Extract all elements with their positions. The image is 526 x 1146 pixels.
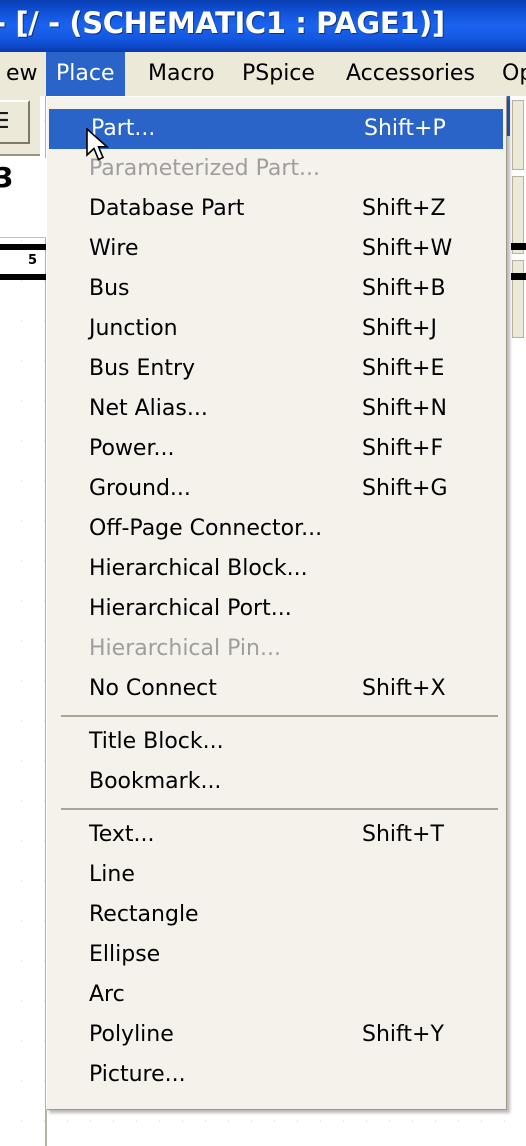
- menu-item-hierarchical-block[interactable]: Hierarchical Block...: [47, 549, 506, 589]
- menu-item-label: Bookmark...: [89, 769, 222, 794]
- menu-item-label: Ellipse: [89, 942, 161, 967]
- menu-item-label: Wire: [89, 236, 139, 261]
- menubar-item-place[interactable]: Place: [46, 52, 125, 96]
- menu-item-title-block[interactable]: Title Block...: [47, 722, 506, 762]
- menu-item-text[interactable]: Text... Shift+T: [47, 815, 506, 855]
- menu-item-junction[interactable]: Junction Shift+J: [47, 309, 506, 349]
- menu-item-shortcut: Shift+T: [362, 822, 444, 847]
- menu-item-shortcut: Shift+B: [362, 276, 446, 301]
- menu-item-database-part[interactable]: Database Part Shift+Z: [47, 189, 506, 229]
- menu-item-label: Polyline: [89, 1022, 174, 1047]
- menu-item-label: Title Block...: [89, 729, 224, 754]
- menubar-item-op[interactable]: Op: [492, 52, 526, 96]
- menu-item-wire[interactable]: Wire Shift+W: [47, 229, 506, 269]
- ruler-tick-label: 5: [28, 253, 38, 268]
- menu-item-shortcut: Shift+Y: [362, 1022, 444, 1047]
- menu-item-label: Bus Entry: [89, 356, 196, 381]
- menu-item-label: Ground...: [89, 476, 191, 501]
- menu-item-shortcut: Shift+E: [362, 356, 445, 381]
- menu-item-shortcut: Shift+J: [362, 316, 437, 341]
- menubar-item-macro[interactable]: Macro: [138, 52, 225, 96]
- menu-item-label: Parameterized Part...: [89, 156, 321, 181]
- right-scroll-segment-3[interactable]: [512, 260, 524, 338]
- menu-item-ellipse[interactable]: Ellipse: [47, 935, 506, 975]
- menu-item-line[interactable]: Line: [47, 855, 506, 895]
- menu-item-hierarchical-pin: Hierarchical Pin...: [47, 629, 506, 669]
- page-indicator-strip: 3: [0, 158, 46, 238]
- ruler-bar-bottom: [0, 274, 46, 280]
- right-marker-1: [511, 243, 526, 250]
- page-number-label: 3: [0, 161, 14, 194]
- menu-item-shortcut: Shift+N: [362, 396, 447, 421]
- menu-item-label: Net Alias...: [89, 396, 208, 421]
- menu-bar: ewPlace MacroPSpiceAccessoriesOp: [0, 52, 526, 97]
- menubar-item-pspice[interactable]: PSpice: [232, 52, 325, 96]
- menu-item-label: Rectangle: [89, 902, 199, 927]
- ruler-bar-top: [0, 244, 46, 250]
- menu-separator: [47, 802, 506, 815]
- place-dropdown-menu: Part... Shift+P Parameterized Part... Datab…: [46, 96, 507, 1110]
- menu-item-label: Power...: [89, 436, 175, 461]
- menu-item-label: Database Part: [89, 196, 245, 221]
- menu-item-label: Hierarchical Pin...: [89, 636, 281, 661]
- menu-item-shortcut: Shift+Z: [362, 196, 446, 221]
- menu-item-hierarchical-port[interactable]: Hierarchical Port...: [47, 589, 506, 629]
- menu-item-arc[interactable]: Arc: [47, 975, 506, 1015]
- menu-item-label: Hierarchical Block...: [89, 556, 308, 581]
- menu-item-label: Text...: [89, 822, 155, 847]
- menu-item-shortcut: Shift+F: [362, 436, 444, 461]
- menu-item-label: Line: [89, 862, 135, 887]
- application-window: - [/ - (SCHEMATIC1 : PAGE1)] ew Place Macr…: [0, 0, 526, 1146]
- right-marker-2: [511, 273, 526, 280]
- menu-item-shortcut: Shift+X: [362, 676, 446, 701]
- menubar-item-ew[interactable]: ew: [0, 52, 48, 96]
- menu-item-label: Junction: [89, 316, 178, 341]
- menu-item-label: Picture...: [89, 1062, 186, 1087]
- menu-item-part[interactable]: Part... Shift+P: [49, 109, 503, 149]
- menu-item-label: Bus: [89, 276, 130, 301]
- menu-item-label: Arc: [89, 982, 125, 1007]
- menu-item-bookmark[interactable]: Bookmark...: [47, 762, 506, 802]
- menu-item-shortcut: Shift+W: [362, 236, 453, 261]
- menu-item-power[interactable]: Power... Shift+F: [47, 429, 506, 469]
- right-scroll-segment-1[interactable]: [512, 100, 524, 170]
- menu-item-rectangle[interactable]: Rectangle: [47, 895, 506, 935]
- menu-item-net-alias[interactable]: Net Alias... Shift+N: [47, 389, 506, 429]
- menu-item-off-page-connector[interactable]: Off-Page Connector...: [47, 509, 506, 549]
- menu-item-bus-entry[interactable]: Bus Entry Shift+E: [47, 349, 506, 389]
- menu-item-bus[interactable]: Bus Shift+B: [47, 269, 506, 309]
- menu-item-polyline[interactable]: Polyline Shift+Y: [47, 1015, 506, 1055]
- left-toolbar: ☰: [0, 96, 40, 156]
- menu-item-label: Off-Page Connector...: [89, 516, 323, 541]
- print-preview-button[interactable]: ☰: [0, 100, 30, 144]
- menu-item-parameterized-part: Parameterized Part...: [47, 149, 506, 189]
- menu-item-label: No Connect: [89, 676, 217, 701]
- menu-item-shortcut: Shift+G: [362, 476, 448, 501]
- title-bar: - [/ - (SCHEMATIC1 : PAGE1)]: [0, 0, 526, 52]
- print-icon: ☰: [0, 109, 12, 135]
- menu-item-label: Part...: [91, 116, 156, 141]
- menu-item-label: Hierarchical Port...: [89, 596, 292, 621]
- window-title: - [/ - (SCHEMATIC1 : PAGE1)]: [0, 6, 445, 40]
- menubar-item-accessories[interactable]: Accessories: [336, 52, 485, 96]
- menu-item-no-connect[interactable]: No Connect Shift+X: [47, 669, 506, 709]
- menu-separator: [47, 709, 506, 722]
- menu-item-shortcut: Shift+P: [364, 116, 446, 141]
- menu-item-picture[interactable]: Picture...: [47, 1055, 506, 1095]
- menu-item-ground[interactable]: Ground... Shift+G: [47, 469, 506, 509]
